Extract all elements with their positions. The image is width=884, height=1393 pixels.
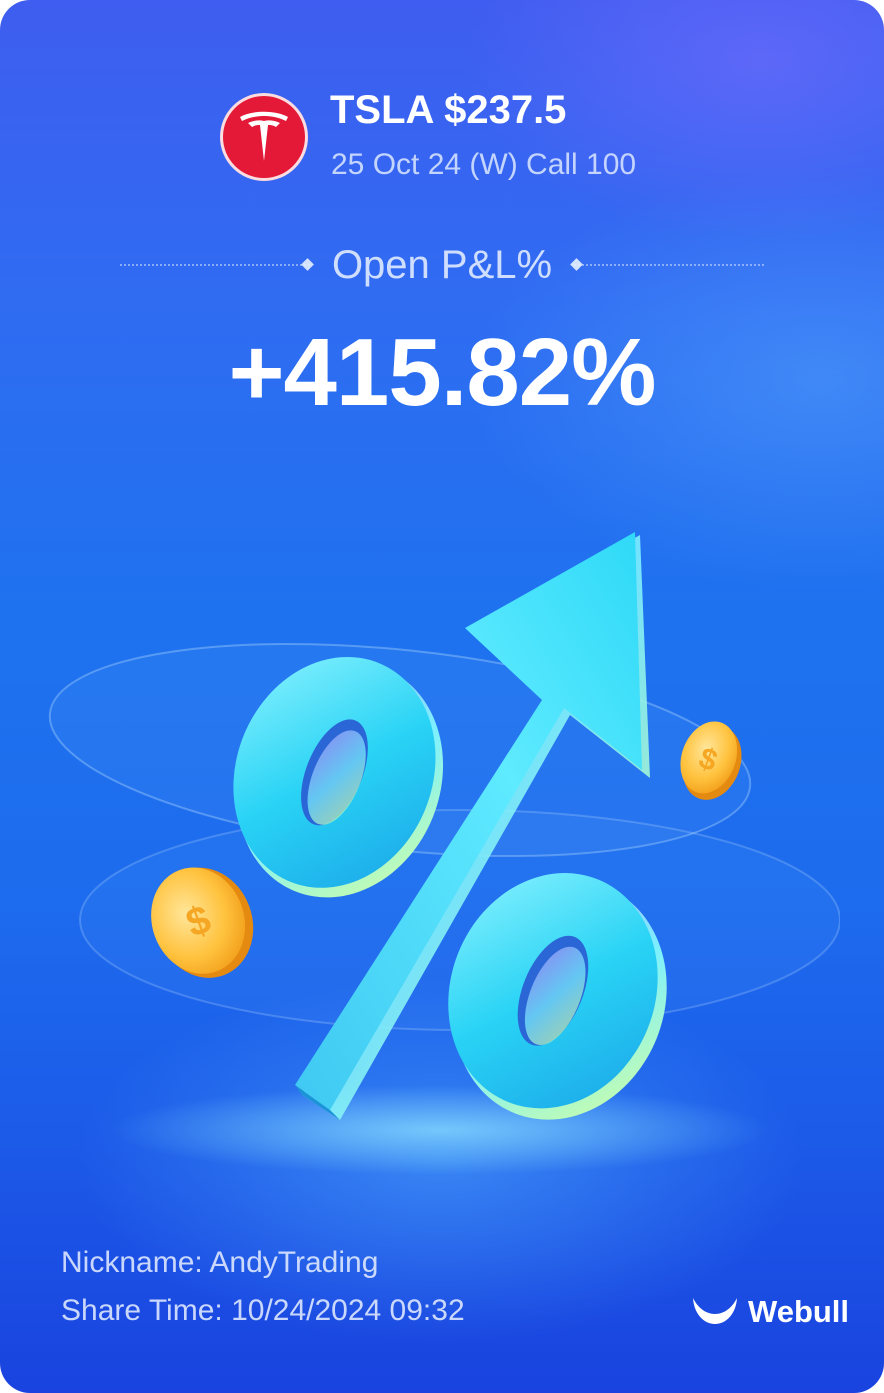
- brand-name: Webull: [748, 1294, 850, 1329]
- tesla-logo-icon: [220, 93, 308, 181]
- ticker-symbol: TSLA: [330, 88, 433, 132]
- pnl-label-row: Open P&L%: [120, 240, 765, 290]
- floor-glow: [110, 1085, 770, 1175]
- pnl-value: +415.82%: [228, 319, 656, 426]
- divider-right: [574, 264, 765, 266]
- webull-bull-icon: [693, 1298, 737, 1324]
- ticker-price: TSLA $237.5: [330, 88, 566, 138]
- pnl-label: Open P&L%: [331, 242, 553, 287]
- nickname: Nickname: AndyTrading: [61, 1246, 379, 1279]
- divider-left: [120, 264, 310, 266]
- percent-arrow-illustration: $ $: [48, 532, 840, 1175]
- webull-brand: Webull: [690, 1290, 849, 1334]
- ticker-price-value: $237.5: [444, 88, 567, 132]
- share-card: TSLA $237.5 25 Oct 24 (W) Call 100 Open …: [0, 0, 884, 1393]
- share-time: Share Time: 10/24/2024 09:32: [61, 1294, 465, 1327]
- contract-description: 25 Oct 24 (W) Call 100: [331, 148, 637, 181]
